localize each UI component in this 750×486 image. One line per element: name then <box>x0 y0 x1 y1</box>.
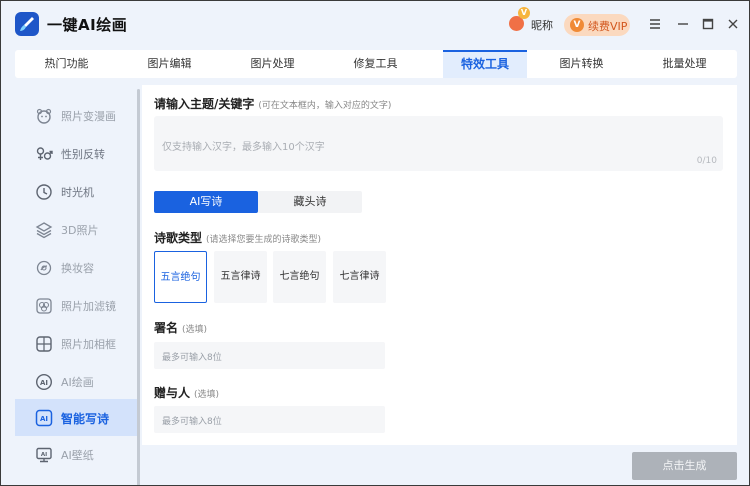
char-counter: 0/10 <box>696 156 717 166</box>
sidebar-item-photo-frame[interactable]: 照片加相框 <box>15 325 139 362</box>
vip-icon: V <box>570 18 584 32</box>
ai-square-icon: AI <box>35 409 53 427</box>
svg-text:AI: AI <box>40 379 48 387</box>
maximize-icon[interactable] <box>699 15 717 33</box>
poem-option-qiyan-jueju[interactable]: 七言绝句 <box>273 251 326 303</box>
recipient-input[interactable]: 最多可输入8位 <box>154 406 385 433</box>
cartoon-face-icon <box>36 108 52 124</box>
tab-image-convert[interactable]: 图片转换 <box>530 50 633 78</box>
menu-icon[interactable] <box>646 15 664 33</box>
close-icon[interactable] <box>724 15 742 33</box>
monitor-icon: AI <box>36 447 52 463</box>
poem-type-section: 诗歌类型 (请选择您要生成的诗歌类型) <box>154 229 321 246</box>
poem-option-wuyan-lvshi[interactable]: 五言律诗 <box>214 251 267 303</box>
topic-placeholder: 仅支持输入汉字，最多输入10个汉字 <box>162 142 325 153</box>
frame-icon <box>36 336 52 352</box>
renew-vip-button[interactable]: V 续费VIP <box>564 14 630 36</box>
layers-icon <box>35 222 53 239</box>
poem-option-wuyan-jueju[interactable]: 五言绝句 <box>154 251 207 303</box>
tab-effect-tools[interactable]: 特效工具 <box>443 50 527 78</box>
tab-batch-process[interactable]: 批量处理 <box>633 50 736 78</box>
sidebar-item-ai-painting[interactable]: AI AI绘画 <box>15 363 139 400</box>
makeup-icon <box>36 260 52 276</box>
signature-placeholder: 最多可输入8位 <box>162 353 222 363</box>
poem-type-hint: (请选择您要生成的诗歌类型) <box>206 235 322 245</box>
sidebar-item-3d-photo[interactable]: 3D照片 <box>15 211 139 248</box>
sidebar-scrollbar[interactable] <box>137 89 140 485</box>
signature-input[interactable]: 最多可输入8位 <box>154 342 385 369</box>
clock-icon <box>36 184 52 200</box>
user-level-badge: V <box>518 7 530 19</box>
topic-hint: (可在文本框内，输入对应的文字) <box>258 101 392 111</box>
svg-text:AI: AI <box>40 415 48 423</box>
app-window: 一键AI绘画 V 昵称 V 续费VIP 热门功能 图片编辑 图片处理 修复工具 … <box>0 0 750 486</box>
recipient-placeholder: 最多可输入8位 <box>162 417 222 427</box>
sidebar-item-label: 照片加滤镜 <box>61 300 116 313</box>
generate-button[interactable]: 点击生成 <box>632 452 737 480</box>
sidebar-item-gender-swap[interactable]: 性别反转 <box>15 135 139 172</box>
sidebar-item-photo-filter[interactable]: 照片加滤镜 <box>15 287 139 324</box>
sidebar-item-label: AI壁纸 <box>61 449 94 462</box>
tab-image-process[interactable]: 图片处理 <box>221 50 324 78</box>
tab-image-edit[interactable]: 图片编辑 <box>118 50 221 78</box>
sidebar-item-time-machine[interactable]: 时光机 <box>15 173 139 210</box>
topic-title: 请输入主题/关键字 <box>154 97 255 111</box>
app-title: 一键AI绘画 <box>47 16 128 34</box>
title-bar: 一键AI绘画 V 昵称 V 续费VIP <box>1 1 749 47</box>
recipient-hint: (选填) <box>194 390 220 400</box>
sidebar-item-label: 换妆容 <box>61 262 94 275</box>
signature-title: 署名 <box>154 321 179 335</box>
nickname[interactable]: 昵称 <box>531 17 553 33</box>
sidebar: 照片变漫画 性别反转 时光机 3D照片 换妆容 照片加滤镜 照片加相框 AI A <box>15 85 139 485</box>
sidebar-item-photo-to-cartoon[interactable]: 照片变漫画 <box>15 97 139 134</box>
tab-hot-features[interactable]: 热门功能 <box>15 50 118 78</box>
sidebar-item-label: 照片加相框 <box>61 338 116 351</box>
acrostic-mode-button[interactable]: 藏头诗 <box>258 191 362 213</box>
main-nav: 热门功能 图片编辑 图片处理 修复工具 特效工具 图片转换 批量处理 <box>15 50 737 78</box>
svg-text:AI: AI <box>41 452 47 458</box>
topic-section: 请输入主题/关键字 (可在文本框内，输入对应的文字) <box>154 95 391 112</box>
tab-repair-tools[interactable]: 修复工具 <box>324 50 427 78</box>
brush-icon <box>15 12 39 36</box>
poem-option-qiyan-lvshi[interactable]: 七言律诗 <box>333 251 386 303</box>
signature-hint: (选填) <box>182 325 208 335</box>
sidebar-item-label: 智能写诗 <box>61 412 110 426</box>
sidebar-item-smart-poem[interactable]: AI 智能写诗 <box>15 399 139 436</box>
ai-circle-icon: AI <box>35 373 53 391</box>
sidebar-item-label: 时光机 <box>61 186 94 199</box>
ai-poem-mode-button[interactable]: AI写诗 <box>154 191 258 213</box>
topic-input[interactable]: 仅支持输入汉字，最多输入10个汉字 0/10 <box>154 116 723 171</box>
sidebar-item-makeup[interactable]: 换妆容 <box>15 249 139 286</box>
minimize-icon[interactable] <box>674 15 692 33</box>
recipient-title: 赠与人 <box>154 386 191 400</box>
recipient-section: 赠与人 (选填) <box>154 384 219 401</box>
poem-type-title: 诗歌类型 <box>154 231 203 245</box>
sidebar-item-ai-wallpaper[interactable]: AI AI壁纸 <box>15 436 139 473</box>
filter-icon <box>36 298 52 314</box>
sidebar-item-label: AI绘画 <box>61 376 94 389</box>
sidebar-item-label: 照片变漫画 <box>61 110 116 123</box>
gender-icon <box>36 147 53 160</box>
sidebar-item-label: 性别反转 <box>61 148 105 161</box>
renew-vip-label: 续费VIP <box>588 20 628 33</box>
signature-section: 署名 (选填) <box>154 319 207 336</box>
sidebar-item-label: 3D照片 <box>61 224 99 237</box>
poem-form: 请输入主题/关键字 (可在文本框内，输入对应的文字) 仅支持输入汉字，最多输入10… <box>142 85 737 445</box>
